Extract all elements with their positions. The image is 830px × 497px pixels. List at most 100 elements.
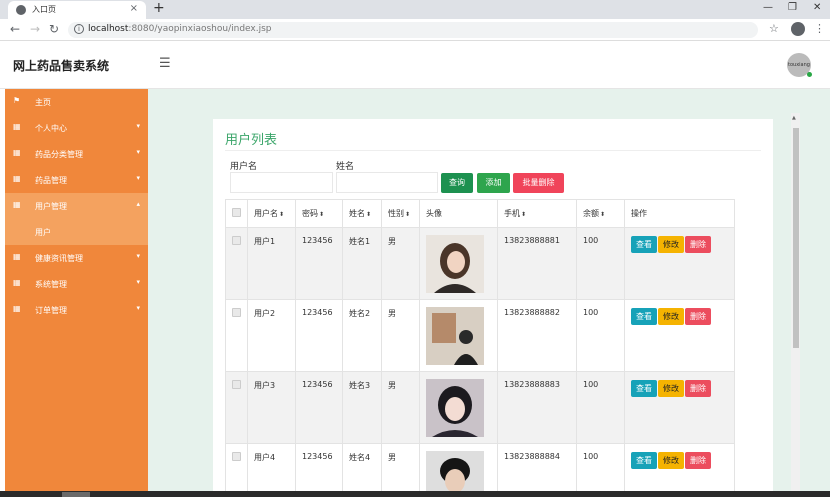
view-button[interactable]: 查看 (631, 236, 657, 253)
sidebar-item-home[interactable]: ⚑ 主页 (5, 89, 148, 115)
sidebar-item-health-news[interactable]: ▦ 健康资讯管理 ▾ (5, 245, 148, 271)
sidebar-item-label: 健康资讯管理 (35, 254, 83, 263)
view-button[interactable]: 查看 (631, 380, 657, 397)
vertical-scroll-thumb[interactable] (793, 128, 799, 348)
cell-password: 123456 (295, 371, 343, 444)
cell-username: 用户2 (247, 299, 296, 372)
sort-icon: ⬍ (521, 211, 527, 218)
sort-icon: ⬍ (279, 211, 285, 218)
col-actions-header: 操作 (624, 199, 735, 228)
menu-toggle-icon[interactable]: ☰ (159, 56, 171, 71)
cell-name: 姓名2 (342, 299, 382, 372)
forward-arrow-icon[interactable]: → (30, 22, 40, 36)
chevron-down-icon: ▾ (136, 174, 140, 182)
edit-button[interactable]: 修改 (658, 308, 684, 325)
cell-balance: 100 (576, 443, 625, 497)
url-field[interactable]: i localhost:8080/yaopinxiaoshou/index.js… (68, 22, 758, 38)
close-tab-icon[interactable]: × (130, 3, 138, 14)
back-arrow-icon[interactable]: ← (10, 22, 20, 36)
edit-button[interactable]: 修改 (658, 452, 684, 469)
user-avatar-photo (426, 235, 484, 293)
minimize-button[interactable]: — (763, 2, 773, 13)
sort-icon: ⬍ (600, 211, 606, 218)
user-avatar-photo (426, 379, 484, 437)
cell-name: 姓名4 (342, 443, 382, 497)
cell-username: 用户3 (247, 371, 296, 444)
grid-icon: ▦ (13, 148, 21, 157)
edit-button[interactable]: 修改 (658, 380, 684, 397)
add-button[interactable]: 添加 (477, 173, 510, 193)
chevron-down-icon: ▾ (136, 278, 140, 286)
row-checkbox[interactable] (232, 452, 241, 461)
browser-menu-icon[interactable]: ⋮ (814, 22, 825, 35)
name-input[interactable] (336, 172, 438, 193)
grid-icon: ▦ (13, 252, 21, 261)
sidebar-subitem-users[interactable]: 用户 (5, 219, 148, 245)
sidebar-item-drug-management[interactable]: ▦ 药品管理 ▾ (5, 167, 148, 193)
cell-password: 123456 (295, 299, 343, 372)
delete-button[interactable]: 删除 (685, 236, 711, 253)
cell-avatar (419, 443, 498, 497)
edit-button[interactable]: 修改 (658, 236, 684, 253)
cell-actions: 查看 修改 删除 (624, 227, 735, 300)
delete-button[interactable]: 删除 (685, 308, 711, 325)
username-input[interactable] (230, 172, 333, 193)
col-balance-header[interactable]: 余额⬍ (576, 199, 625, 228)
view-button[interactable]: 查看 (631, 452, 657, 469)
name-label: 姓名 (336, 162, 355, 172)
cell-actions: 查看 修改 删除 (624, 371, 735, 444)
reload-icon[interactable]: ↻ (49, 22, 59, 36)
sidebar-item-label: 药品管理 (35, 176, 67, 185)
batch-delete-button[interactable]: 批量删除 (513, 173, 564, 193)
sidebar-item-drug-category[interactable]: ▦ 药品分类管理 ▾ (5, 141, 148, 167)
bookmark-star-icon[interactable]: ☆ (769, 22, 779, 35)
select-all-checkbox[interactable] (232, 208, 241, 217)
flag-icon: ⚑ (13, 96, 21, 105)
cell-phone: 13823888882 (497, 299, 577, 372)
grid-icon: ▦ (13, 122, 21, 131)
horizontal-scroll-thumb[interactable] (62, 492, 90, 497)
table-row: 用户1 123456 姓名1 男 13823888881 100 查看 修改 删除 (225, 227, 735, 300)
chevron-down-icon: ▾ (136, 304, 140, 312)
sidebar-item-orders[interactable]: ▦ 订单管理 ▾ (5, 297, 148, 323)
sidebar-item-label: 主页 (35, 98, 51, 107)
sidebar-item-user-management[interactable]: ▦ 用户管理 ▴ (5, 193, 148, 219)
col-password-header[interactable]: 密码⬍ (295, 199, 343, 228)
col-phone-header[interactable]: 手机⬍ (497, 199, 577, 228)
chevron-down-icon: ▾ (136, 122, 140, 130)
sidebar-item-personal-center[interactable]: ▦ 个人中心 ▾ (5, 115, 148, 141)
row-checkbox[interactable] (232, 380, 241, 389)
online-status-dot (807, 72, 812, 77)
view-button[interactable]: 查看 (631, 308, 657, 325)
row-checkbox[interactable] (232, 308, 241, 317)
chevron-up-icon: ▴ (136, 200, 140, 208)
profile-icon[interactable] (791, 22, 805, 36)
window-close-button[interactable]: ✕ (813, 2, 821, 13)
scroll-up-icon[interactable]: ▲ (792, 115, 796, 121)
delete-button[interactable]: 删除 (685, 380, 711, 397)
cell-name: 姓名1 (342, 227, 382, 300)
table-row: 用户4 123456 姓名4 男 13823888884 100 查看 修改 删除 (225, 443, 735, 497)
col-name-header[interactable]: 姓名⬍ (342, 199, 382, 228)
col-username-header[interactable]: 用户名⬍ (247, 199, 296, 228)
cell-username: 用户1 (247, 227, 296, 300)
cell-gender: 男 (381, 443, 420, 497)
browser-tab[interactable]: 入口页 × (8, 1, 146, 19)
restore-button[interactable]: ❐ (788, 2, 797, 13)
col-gender-header[interactable]: 性别⬍ (381, 199, 420, 228)
row-checkbox[interactable] (232, 236, 241, 245)
browser-tab-bar: 入口页 × + — ❐ ✕ (0, 0, 830, 19)
sidebar-item-system[interactable]: ▦ 系统管理 ▾ (5, 271, 148, 297)
new-tab-button[interactable]: + (153, 0, 165, 16)
query-button[interactable]: 查询 (441, 173, 473, 193)
select-all-cell (225, 199, 248, 228)
url-text: localhost:8080/yaopinxiaoshou/index.jsp (88, 24, 272, 34)
cell-phone: 13823888883 (497, 371, 577, 444)
delete-button[interactable]: 删除 (685, 452, 711, 469)
globe-icon (16, 5, 26, 15)
address-bar: ← → ↻ i localhost:8080/yaopinxiaoshou/in… (0, 19, 830, 41)
horizontal-scrollbar[interactable] (0, 491, 830, 497)
cell-avatar (419, 299, 498, 372)
info-icon[interactable]: i (74, 24, 84, 34)
page-title: 用户列表 (225, 133, 278, 148)
